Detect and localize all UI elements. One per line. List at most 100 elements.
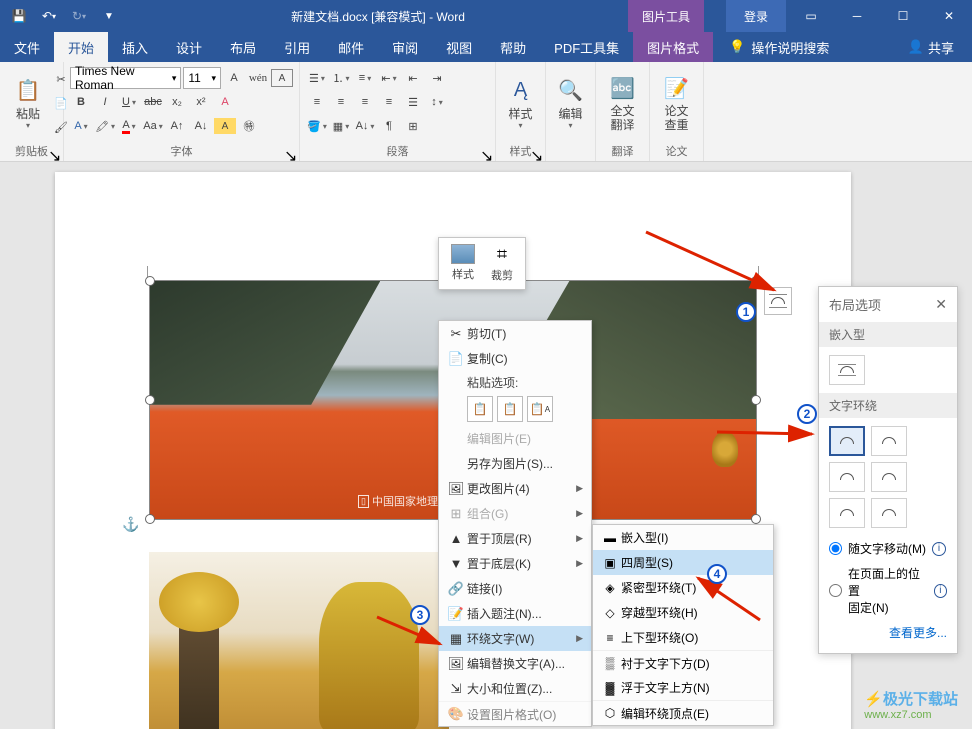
info-icon[interactable]: i	[934, 584, 947, 598]
tab-picture-format[interactable]: 图片格式	[633, 32, 713, 62]
distribute[interactable]: ☰	[402, 91, 424, 113]
paste-button[interactable]: 📋 粘贴 ▾	[6, 64, 50, 142]
redo-icon[interactable]: ↻▾	[66, 3, 92, 29]
login-button[interactable]: 登录	[726, 0, 786, 32]
wrap-front[interactable]: ▓浮于文字上方(N)	[593, 675, 773, 700]
char-border-button[interactable]: A	[271, 69, 293, 87]
tab-view[interactable]: 视图	[432, 32, 486, 62]
ctx-copy[interactable]: 📄复制(C)	[439, 346, 591, 371]
align-center[interactable]: ≡	[330, 91, 352, 113]
ctx-change-picture[interactable]: 🖼更改图片(4)▶	[439, 476, 591, 501]
font-color-button[interactable]: A	[118, 115, 140, 137]
translate-button[interactable]: 🔤 全文 翻译	[602, 64, 643, 142]
tell-me-search[interactable]: 💡 操作说明搜索	[719, 32, 839, 62]
mini-styles-button[interactable]: 样式	[443, 242, 483, 285]
align-left[interactable]: ≡	[306, 91, 328, 113]
lp-move-with-text[interactable]: 随文字移动(M) i	[819, 536, 957, 561]
share-button[interactable]: 👤 共享	[890, 32, 972, 62]
undo-icon[interactable]: ↶▾	[36, 3, 62, 29]
clipboard-dialog-launcher[interactable]: ↘	[48, 146, 60, 158]
tab-pdf[interactable]: PDF工具集	[540, 32, 633, 62]
tab-layout[interactable]: 布局	[216, 32, 270, 62]
ctx-bring-front[interactable]: ▲置于顶层(R)▶	[439, 526, 591, 551]
ctx-send-back[interactable]: ▼置于底层(K)▶	[439, 551, 591, 576]
wrap-square[interactable]: ▣四周型(S)	[593, 550, 773, 575]
tab-insert[interactable]: 插入	[108, 32, 162, 62]
show-marks-button[interactable]: ¶	[378, 115, 400, 137]
styles-button[interactable]: Ą 样式 ▾	[502, 64, 539, 142]
sort-button[interactable]: A↓	[354, 115, 376, 137]
ctx-cut[interactable]: ✂剪切(T)	[439, 321, 591, 346]
borders-button[interactable]: ▦	[330, 115, 352, 137]
lp-see-more[interactable]: 查看更多...	[819, 620, 957, 645]
lp-tight-opt[interactable]	[871, 426, 907, 456]
decrease-indent[interactable]: ⇤	[402, 67, 424, 89]
close-icon[interactable]: ✕	[926, 0, 972, 32]
align-right[interactable]: ≡	[354, 91, 376, 113]
align-dist-button[interactable]: ⇤	[378, 67, 400, 89]
mini-crop-button[interactable]: ⌗ 裁剪	[483, 242, 521, 285]
align-justify[interactable]: ≡	[378, 91, 400, 113]
char-scale-button[interactable]: Aa	[142, 115, 164, 137]
ctx-alt-text[interactable]: 🖼编辑替换文字(A)...	[439, 651, 591, 676]
styles-dialog-launcher[interactable]: ↘	[530, 146, 542, 158]
ctx-link[interactable]: 🔗链接(I)	[439, 576, 591, 601]
lp-inline-opt[interactable]	[829, 355, 865, 385]
underline-button[interactable]: U	[118, 91, 140, 113]
multilevel-button[interactable]: ≡	[354, 67, 376, 89]
phonetic-guide-button[interactable]: wén	[247, 67, 269, 89]
paste-keep-source[interactable]: 📋	[467, 396, 493, 422]
ctx-caption[interactable]: 📝插入题注(N)...	[439, 601, 591, 626]
text-effects-button[interactable]: A	[70, 115, 92, 137]
font-size-combo[interactable]: 11▾	[183, 67, 221, 89]
ctx-size-position[interactable]: ⇲大小和位置(Z)...	[439, 676, 591, 701]
line-spacing-button[interactable]: ↕	[426, 91, 448, 113]
increase-indent[interactable]: ⇥	[426, 67, 448, 89]
superscript-button[interactable]: x²	[190, 91, 212, 113]
grow-font-2[interactable]: A↑	[166, 115, 188, 137]
font-name-combo[interactable]: Times New Roman▾	[70, 67, 181, 89]
ctx-wrap-text[interactable]: ▦环绕文字(W)▶	[439, 626, 591, 651]
numbering-button[interactable]: ⒈	[330, 67, 352, 89]
lp-front-opt[interactable]	[871, 498, 907, 528]
subscript-button[interactable]: x₂	[166, 91, 188, 113]
clear-format-button[interactable]: A	[214, 91, 236, 113]
paste-picture[interactable]: 📋A	[527, 396, 553, 422]
check-button[interactable]: 📝 论文 查重	[656, 64, 697, 142]
lp-through-opt[interactable]	[829, 462, 865, 492]
ctx-format-picture[interactable]: 🎨设置图片格式(O)	[439, 701, 591, 726]
lp-behind-opt[interactable]	[829, 498, 865, 528]
lp-close-icon[interactable]: ✕	[935, 296, 947, 313]
wrap-through[interactable]: ◇穿越型环绕(H)	[593, 600, 773, 625]
minimize-icon[interactable]: ─	[834, 0, 880, 32]
snap-button[interactable]: ⊞	[402, 115, 424, 137]
wrap-edit-points[interactable]: ⬡编辑环绕顶点(E)	[593, 700, 773, 725]
lp-square-opt[interactable]	[829, 426, 865, 456]
bullets-button[interactable]: ☰	[306, 67, 328, 89]
tab-review[interactable]: 审阅	[378, 32, 432, 62]
tab-mailings[interactable]: 邮件	[324, 32, 378, 62]
grow-font-button[interactable]: A	[223, 67, 245, 89]
tab-home[interactable]: 开始	[54, 32, 108, 62]
enclose-char-button[interactable]: ㊕	[238, 115, 260, 137]
ctx-save-as-picture[interactable]: 另存为图片(S)...	[439, 451, 591, 476]
image-2[interactable]	[149, 552, 449, 729]
wrap-topbottom[interactable]: ≡上下型环绕(O)	[593, 625, 773, 650]
editing-button[interactable]: 🔍 编辑 ▾	[552, 64, 589, 142]
layout-options-trigger[interactable]	[764, 287, 792, 315]
wrap-behind[interactable]: ▒衬于文字下方(D)	[593, 650, 773, 675]
save-icon[interactable]: 💾	[6, 3, 32, 29]
bold-button[interactable]: B	[70, 91, 92, 113]
maximize-icon[interactable]: ☐	[880, 0, 926, 32]
shading-button[interactable]: 🪣	[306, 115, 328, 137]
lp-fixed-position[interactable]: 在页面上的位置 固定(N) i	[819, 561, 957, 620]
qat-customize[interactable]: ▼	[96, 3, 122, 29]
paragraph-dialog-launcher[interactable]: ↘	[480, 146, 492, 158]
highlight-button[interactable]: 🖍	[94, 115, 116, 137]
paste-merge[interactable]: 📋	[497, 396, 523, 422]
tab-references[interactable]: 引用	[270, 32, 324, 62]
wrap-tight[interactable]: ◈紧密型环绕(T)	[593, 575, 773, 600]
info-icon[interactable]: i	[932, 542, 946, 556]
font-dialog-launcher[interactable]: ↘	[284, 146, 296, 158]
strikethrough-button[interactable]: abc	[142, 91, 164, 113]
